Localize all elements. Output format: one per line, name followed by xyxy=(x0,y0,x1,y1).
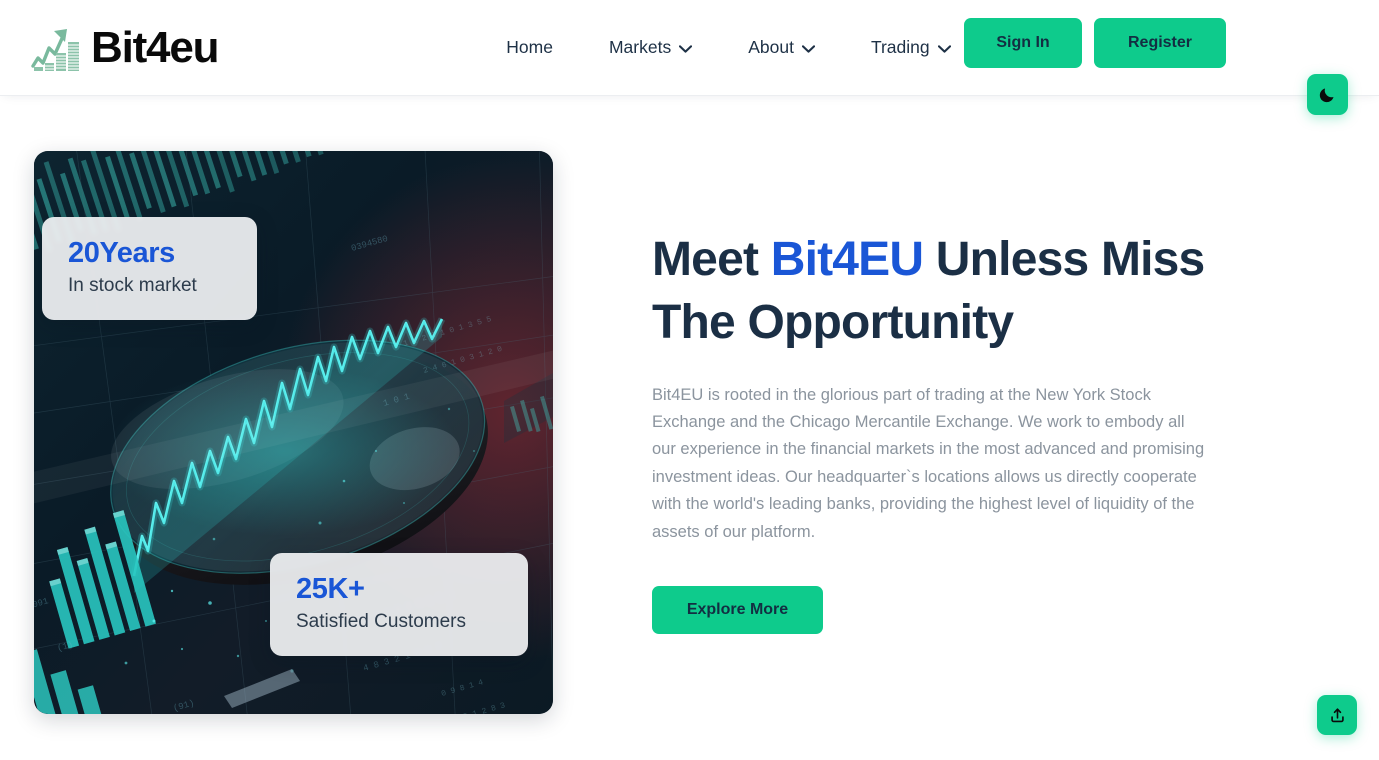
chevron-down-icon xyxy=(801,44,815,53)
hero-section: 0394580 1 0 1 0 1 4 1 1 2 0 1 3 1 1 1 4 … xyxy=(0,95,1379,760)
nav-item-trading[interactable]: Trading xyxy=(843,27,979,68)
theme-toggle-button[interactable] xyxy=(1307,74,1348,115)
hero-content: Meet Bit4EU Unless Miss The Opportunity … xyxy=(652,228,1218,634)
nav-label: Home xyxy=(506,37,553,57)
moon-icon xyxy=(1318,85,1337,104)
title-brand-accent: Bit4EU xyxy=(770,233,924,286)
nav-item-markets[interactable]: Markets xyxy=(581,27,720,68)
hero-paragraph: Bit4EU is rooted in the glorious part of… xyxy=(652,385,1205,541)
logo-text: Bit4eu xyxy=(91,22,219,72)
register-button[interactable]: Register xyxy=(1094,18,1226,68)
stat-value: 20Years xyxy=(68,237,175,269)
hero-image: 0394580 1 0 1 0 1 4 1 1 2 0 1 3 1 1 1 4 … xyxy=(34,151,553,714)
nav-item-home[interactable]: Home xyxy=(488,27,581,68)
page-title: Meet Bit4EU Unless Miss The Opportunity xyxy=(652,228,1218,355)
chevron-down-icon xyxy=(679,44,693,53)
nav-label: About xyxy=(748,37,794,57)
stat-value: 25K+ xyxy=(296,573,365,605)
nav-label: Markets xyxy=(608,37,672,57)
header-auth-actions: Sign In Register xyxy=(964,18,1226,68)
page-root: Bit4eu Home Markets About Trading Sign I… xyxy=(0,0,1379,760)
nav-item-about[interactable]: About xyxy=(720,27,843,68)
nav-label: Trading xyxy=(870,37,930,57)
chevron-down-icon xyxy=(937,44,951,53)
stat-card-customers: 25K+ Satisfied Customers xyxy=(270,553,528,657)
stat-card-years: 20Years In stock market xyxy=(42,217,257,321)
upload-arrow-icon xyxy=(1328,706,1347,725)
site-header: Bit4eu Home Markets About Trading Sign I… xyxy=(0,0,1379,95)
explore-more-button[interactable]: Explore More xyxy=(652,585,823,634)
main-navigation: Home Markets About Trading xyxy=(488,27,978,68)
stat-label: Satisfied Customers xyxy=(296,611,467,633)
chart-growth-icon xyxy=(30,22,88,74)
stat-label: In stock market xyxy=(68,275,197,297)
sign-in-button[interactable]: Sign In xyxy=(964,18,1082,68)
title-part-1: Meet xyxy=(652,233,771,286)
scroll-to-top-button[interactable] xyxy=(1317,695,1357,735)
logo-link[interactable]: Bit4eu xyxy=(30,22,219,74)
